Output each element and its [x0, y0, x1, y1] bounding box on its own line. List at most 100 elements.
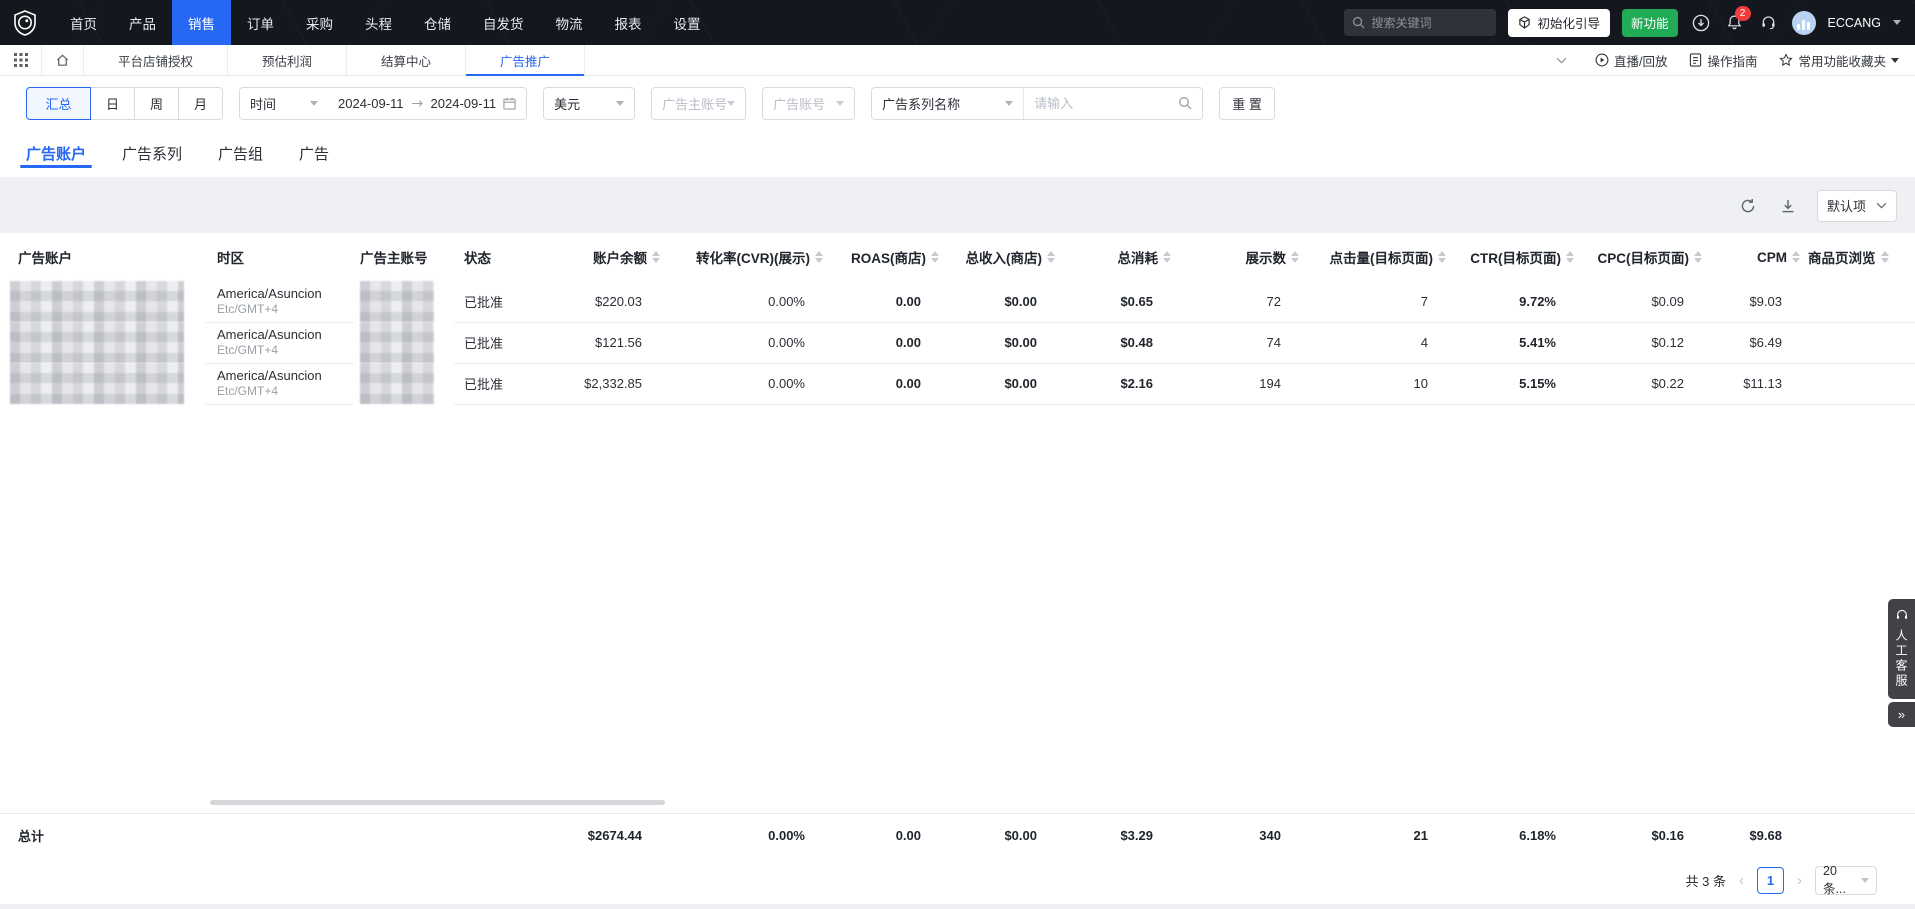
headset-icon[interactable] [1758, 12, 1780, 34]
favorites-caret-down-icon [1891, 58, 1899, 63]
page-size-select[interactable]: 20 条... [1815, 866, 1877, 895]
account-chevron-down-icon[interactable] [1893, 20, 1901, 25]
col-revenue[interactable]: 总收入(商店) [947, 247, 1063, 267]
date-start-value[interactable]: 2024-09-11 [338, 96, 404, 111]
menu-item-settings[interactable]: 设置 [658, 0, 717, 45]
sort-icon[interactable] [815, 251, 823, 263]
menu-item-warehouse[interactable]: 仓储 [408, 0, 467, 45]
date-range-input[interactable]: 2024-09-11 2024-09-11 [328, 96, 526, 111]
keyword-search-icon[interactable] [1178, 96, 1192, 110]
horizontal-scrollbar[interactable] [210, 800, 665, 805]
currency-select[interactable]: 美元 [543, 87, 635, 120]
col-clicks[interactable]: 点击量(目标页面) [1307, 247, 1454, 267]
sort-icon[interactable] [1566, 251, 1574, 263]
total-label: 总计 [0, 813, 205, 857]
subtab-ad-account[interactable]: 广告账户 [26, 130, 86, 177]
widget-collapse-button[interactable]: » [1888, 702, 1915, 727]
sort-icon[interactable] [1792, 251, 1800, 263]
period-week-button[interactable]: 周 [135, 87, 179, 120]
notification-bell-icon[interactable]: 2 [1724, 12, 1746, 34]
download-circle-icon[interactable] [1690, 12, 1712, 34]
sort-icon[interactable] [1163, 251, 1171, 263]
advertiser-account-select[interactable]: 广告主账号 [651, 87, 746, 120]
column-view-value: 默认项 [1827, 196, 1866, 215]
tab-estimated-profit[interactable]: 预估利润 [228, 45, 347, 75]
tab-platform-shop-auth[interactable]: 平台店铺授权 [84, 45, 228, 75]
campaign-field-select[interactable]: 广告系列名称 [872, 88, 1024, 119]
time-type-select[interactable]: 时间 [240, 88, 328, 119]
sort-icon[interactable] [1291, 251, 1299, 263]
sort-icon[interactable] [931, 251, 939, 263]
live-replay-link[interactable]: 直播/回放 [1595, 51, 1667, 70]
period-summary-button[interactable]: 汇总 [26, 87, 91, 120]
menu-item-purchasing[interactable]: 采购 [290, 0, 349, 45]
sort-icon[interactable] [1881, 251, 1889, 263]
subtab-campaign[interactable]: 广告系列 [122, 130, 182, 177]
page-tabstrip: 平台店铺授权 预估利润 结算中心 广告推广 直播/回放 操作指南 常用功能收藏夹 [0, 45, 1915, 76]
operation-guide-link[interactable]: 操作指南 [1689, 51, 1757, 70]
menu-item-logistics[interactable]: 物流 [540, 0, 599, 45]
campaign-keyword-input[interactable] [1034, 96, 1172, 111]
app-grid-icon[interactable] [0, 45, 42, 75]
sort-icon[interactable] [1047, 251, 1055, 263]
page-number-button[interactable]: 1 [1757, 867, 1784, 894]
col-advertiser: 广告主账号 [354, 247, 454, 267]
timezone-offset: Etc/GMT+4 [205, 302, 354, 317]
main-menu: 首页 产品 销售 订单 采购 头程 仓储 自发货 物流 报表 设置 [54, 0, 717, 45]
menu-item-home[interactable]: 首页 [54, 0, 113, 45]
account-name[interactable]: ECCANG [1828, 16, 1881, 30]
menu-item-products[interactable]: 产品 [113, 0, 172, 45]
subtab-ad[interactable]: 广告 [299, 130, 329, 177]
col-cvr[interactable]: 转化率(CVR)(展示) [668, 247, 831, 267]
col-cpm[interactable]: CPM [1710, 250, 1808, 265]
advertiser-chevron-down-icon [727, 101, 735, 106]
navbar-right: 初始化引导 新功能 2 ECCANG [1344, 9, 1915, 37]
cpc-value: $0.09 [1582, 281, 1710, 322]
menu-item-sales[interactable]: 销售 [172, 0, 231, 45]
period-month-button[interactable]: 月 [179, 87, 223, 120]
sort-icon[interactable] [1694, 251, 1702, 263]
col-ctr[interactable]: CTR(目标页面) [1454, 247, 1582, 267]
tabs-collapse-chevron-icon[interactable] [1556, 57, 1567, 64]
column-view-select[interactable]: 默认项 [1817, 190, 1897, 222]
refresh-icon[interactable] [1737, 195, 1759, 217]
col-balance[interactable]: 账户余额 [556, 247, 668, 267]
period-day-button[interactable]: 日 [91, 87, 135, 120]
next-page-chevron-icon[interactable]: › [1797, 873, 1802, 888]
home-icon[interactable] [42, 45, 84, 75]
global-search-input[interactable] [1371, 16, 1488, 30]
export-download-icon[interactable] [1777, 195, 1799, 217]
cpm-value: $6.49 [1710, 322, 1808, 363]
col-spend[interactable]: 总消耗 [1063, 247, 1179, 267]
table-row[interactable]: America/AsuncionEtc/GMT+4 已批准 $220.03 0.… [0, 281, 1915, 322]
col-product-page-views[interactable]: 商品页浏览 [1808, 247, 1915, 267]
reset-button[interactable]: 重 置 [1219, 87, 1275, 120]
subtab-ad-group[interactable]: 广告组 [218, 130, 263, 177]
user-avatar[interactable] [1792, 11, 1816, 35]
menu-item-reports[interactable]: 报表 [599, 0, 658, 45]
customer-service-button[interactable]: 人工客服 [1888, 599, 1915, 699]
col-roas[interactable]: ROAS(商店) [831, 247, 947, 267]
tab-ad-promotion[interactable]: 广告推广 [466, 45, 585, 75]
sort-icon[interactable] [1438, 251, 1446, 263]
balance-value: $2,332.85 [556, 363, 668, 404]
prev-page-chevron-icon[interactable]: ‹ [1739, 873, 1744, 888]
sort-icon[interactable] [652, 251, 660, 263]
init-guide-button[interactable]: 初始化引导 [1508, 9, 1610, 37]
menu-item-self-delivery[interactable]: 自发货 [467, 0, 540, 45]
ad-account-select[interactable]: 广告账号 [762, 87, 855, 120]
col-impressions[interactable]: 展示数 [1179, 247, 1307, 267]
table-toolbar: 默认项 [0, 178, 1915, 233]
table-row[interactable]: America/AsuncionEtc/GMT+4 已批准 $2,332.85 … [0, 363, 1915, 404]
favorites-link[interactable]: 常用功能收藏夹 [1779, 51, 1899, 70]
date-end-value[interactable]: 2024-09-11 [431, 96, 497, 111]
global-search[interactable] [1344, 9, 1496, 36]
table-row[interactable]: America/AsuncionEtc/GMT+4 已批准 $121.56 0.… [0, 322, 1915, 363]
menu-item-orders[interactable]: 订单 [231, 0, 290, 45]
new-feature-button[interactable]: 新功能 [1622, 9, 1678, 37]
new-feature-label: 新功能 [1631, 13, 1669, 32]
tab-settlement-center[interactable]: 结算中心 [347, 45, 466, 75]
revenue-value: $0.00 [947, 322, 1063, 363]
menu-item-first-leg[interactable]: 头程 [349, 0, 408, 45]
col-cpc[interactable]: CPC(目标页面) [1582, 247, 1710, 267]
